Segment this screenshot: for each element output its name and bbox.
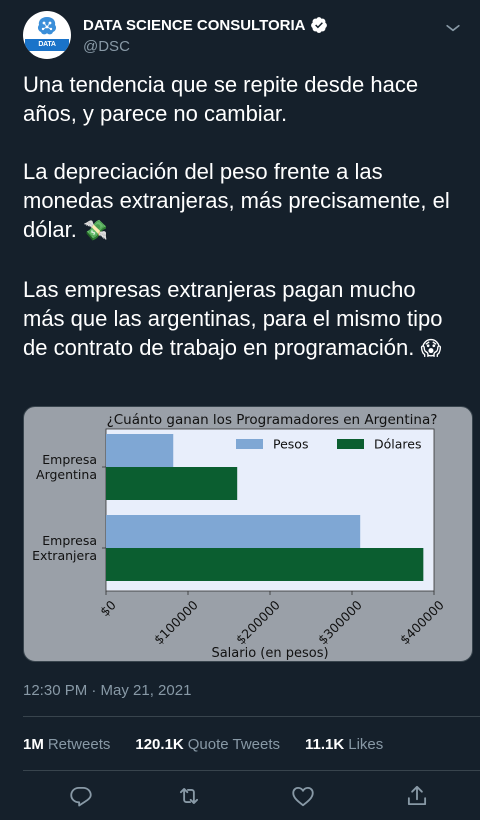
bar-dlares-1 [106,548,424,581]
retweets-stat[interactable]: 1M Retweets [23,736,110,753]
x-tick-label: $300000 [315,597,365,647]
y-tick-label: Empresa Argentina [36,452,97,482]
x-tick-label: $100000 [151,597,201,647]
legend-label: Pesos [273,437,308,452]
likes-label: Likes [348,736,384,753]
tweet-text: Una tendencia que se repite desde hace a… [23,70,463,364]
avatar[interactable]: DATA SCIENCE [23,11,71,59]
chart-title: ¿Cuánto ganan los Programadores en Argen… [107,412,438,428]
retweets-label: Retweets [47,736,111,753]
x-axis-label: Salario (en pesos) [211,646,328,661]
divider [23,770,480,771]
salary-bar-chart: ¿Cuánto ganan los Programadores en Argen… [32,412,447,661]
x-tick-label: $200000 [233,597,283,647]
bar-pesos-0 [106,434,174,467]
engagement-stats: 1M Retweets 120.1K Quote Tweets 11.1K Likes [23,736,383,753]
logo-text: DATA SCIENCE [25,39,69,59]
legend-swatch [236,439,263,449]
retweet-icon[interactable] [176,783,202,809]
display-name[interactable]: DATA SCIENCE CONSULTORIA [83,17,306,34]
reply-icon[interactable] [68,783,94,809]
bar-pesos-1 [106,515,361,548]
bar-dlares-0 [106,467,238,500]
more-icon[interactable] [443,17,463,37]
like-icon[interactable] [290,783,316,809]
x-tick-label: $400000 [397,597,447,647]
x-tick-label: $0 [97,597,119,619]
tweet-image[interactable]: ¿Cuánto ganan los Programadores en Argen… [23,406,473,662]
scream-emoji-icon: 😱 [420,338,442,360]
legend-swatch [337,439,364,449]
tweet-paragraph-3: Las empresas extranjeras pagan mucho más… [23,277,449,360]
quotes-count: 120.1K [135,736,184,753]
share-icon[interactable] [404,783,430,809]
tweet-header: DATA SCIENCE DATA SCIENCE CONSULTORIA @D… [23,11,463,59]
quotes-label: Quote Tweets [187,736,281,753]
legend-label: Dólares [374,437,421,452]
verified-icon [310,17,327,33]
quotes-stat[interactable]: 120.1K Quote Tweets [135,736,280,753]
name-row: DATA SCIENCE CONSULTORIA [83,15,328,35]
likes-stat[interactable]: 11.1K Likes [305,736,383,753]
brain-logo-icon [37,17,57,35]
handle[interactable]: @DSC [83,38,130,55]
money-emoji-icon: 💸 [82,220,108,242]
divider [23,716,480,717]
y-tick-label: Empresa Extranjera [32,533,97,563]
likes-count: 11.1K [305,736,345,753]
retweets-count: 1M [23,736,44,753]
action-bar [68,783,428,809]
timestamp[interactable]: 12:30 PM · May 21, 2021 [23,682,191,699]
tweet-paragraph-1: Una tendencia que se repite desde hace a… [23,72,425,126]
